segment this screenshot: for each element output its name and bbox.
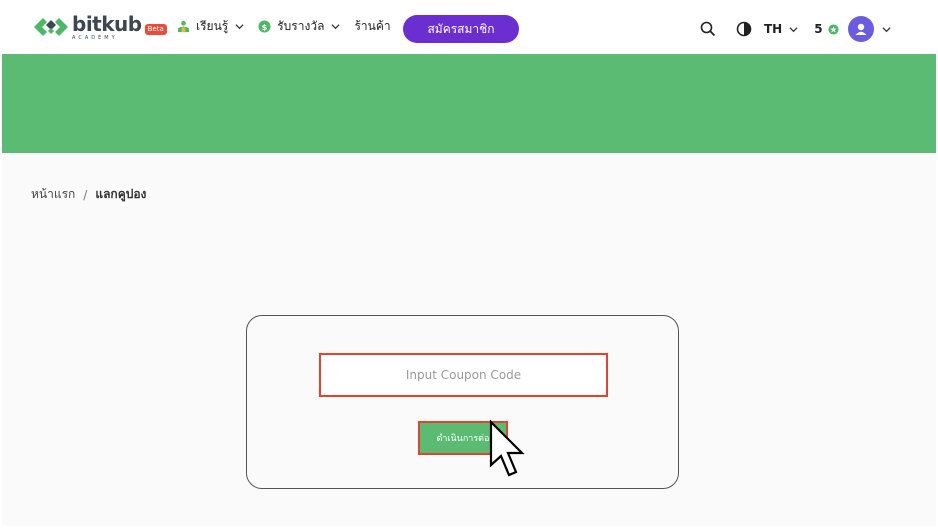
chevron-down-icon xyxy=(789,26,798,32)
header-actions: TH 5 xyxy=(700,15,891,43)
nav-item-learn[interactable]: เรียนรู้ xyxy=(177,17,244,36)
hero-banner xyxy=(2,54,936,153)
coupon-code-input[interactable] xyxy=(319,353,608,397)
user-avatar[interactable] xyxy=(847,16,874,42)
page-frame: bitkub ACADEMY Beta เรียนรู้ $ รับรางวัล… xyxy=(2,3,936,526)
nav-item-shop-label: ร้านค้า xyxy=(354,19,391,33)
breadcrumb: หน้าแรก / แลกคูปอง xyxy=(31,185,146,204)
language-selector[interactable]: TH xyxy=(764,22,798,36)
search-icon[interactable] xyxy=(700,21,716,37)
main-nav: เรียนรู้ $ รับรางวัล ร้านค้า xyxy=(177,17,405,36)
beta-badge: Beta xyxy=(144,24,167,35)
top-navbar: bitkub ACADEMY Beta เรียนรู้ $ รับรางวัล… xyxy=(2,3,936,54)
points-balance[interactable]: 5 xyxy=(814,22,839,36)
chevron-down-icon xyxy=(235,24,244,30)
nav-item-shop[interactable]: ร้านค้า xyxy=(354,17,390,36)
points-count: 5 xyxy=(814,22,823,36)
language-label: TH xyxy=(764,22,783,36)
nav-item-learn-label: เรียนรู้ xyxy=(196,19,229,33)
learn-icon xyxy=(177,20,190,33)
logo-wordmark: bitkub xyxy=(72,12,142,36)
bitkub-logo-icon xyxy=(34,18,68,36)
breadcrumb-separator: / xyxy=(83,187,88,202)
nav-item-rewards-label: รับรางวัล xyxy=(277,19,325,33)
mouse-pointer-icon xyxy=(489,419,525,477)
reward-coin-icon: $ xyxy=(258,20,271,33)
logo-subtitle: ACADEMY xyxy=(72,35,118,41)
breadcrumb-home[interactable]: หน้าแรก xyxy=(31,185,75,204)
chevron-down-icon[interactable] xyxy=(882,25,891,34)
bitkub-academy-logo[interactable]: bitkub ACADEMY Beta xyxy=(32,14,167,41)
chevron-down-icon xyxy=(331,24,340,30)
breadcrumb-current: แลกคูปอง xyxy=(95,187,147,201)
theme-toggle-icon[interactable] xyxy=(736,21,752,37)
signup-button[interactable]: สมัครสมาชิก xyxy=(403,15,519,43)
user-icon xyxy=(855,23,867,35)
coupon-card: ดำเนินการต่อ xyxy=(246,315,679,489)
nav-item-rewards[interactable]: $ รับรางวัล xyxy=(258,17,340,36)
points-star-icon xyxy=(828,23,839,35)
svg-text:$: $ xyxy=(262,22,268,32)
